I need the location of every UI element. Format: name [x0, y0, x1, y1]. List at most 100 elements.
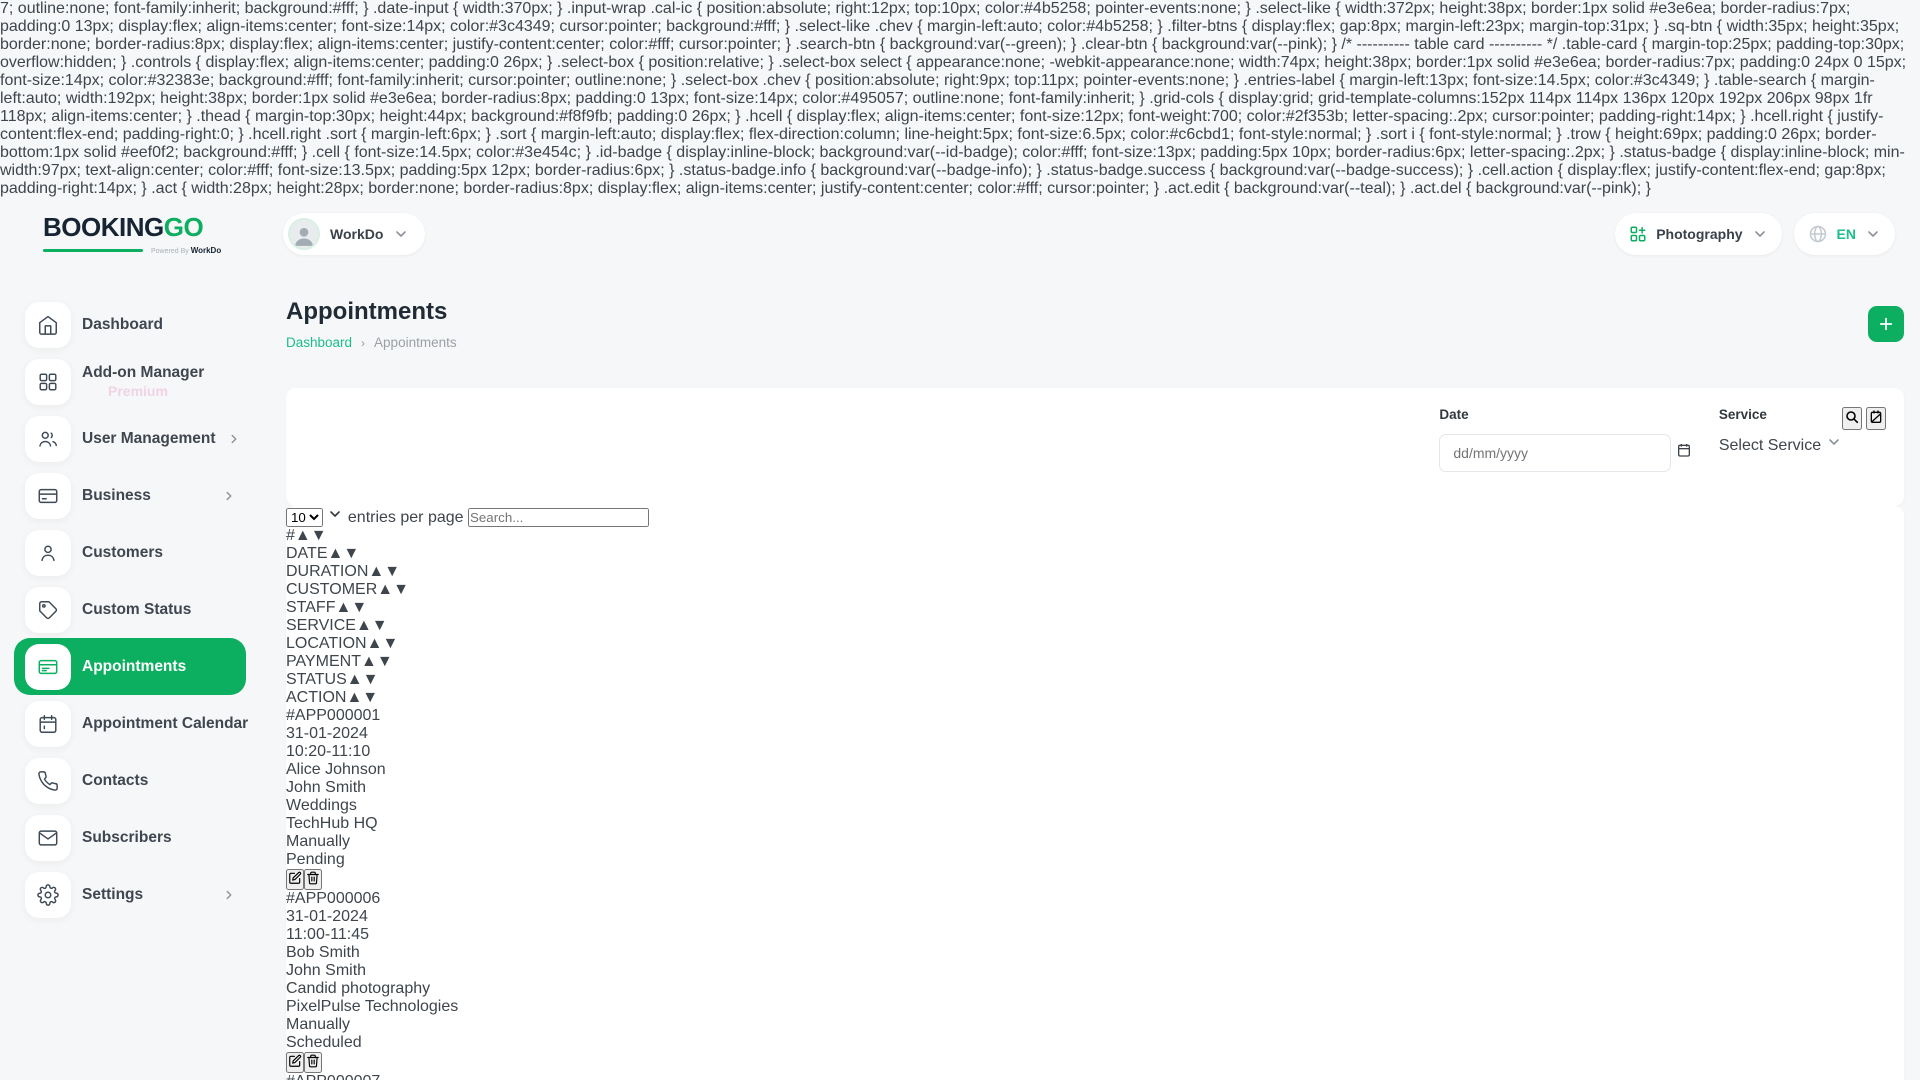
sidebar-item-customers[interactable]: Customers [14, 524, 246, 581]
column-header-payment[interactable]: PAYMENT▲▼ [286, 653, 1904, 671]
sidebar-item-dashboard[interactable]: Dashboard [14, 296, 246, 353]
apply-filter-button[interactable] [1842, 407, 1862, 430]
workspace-label: WorkDo [330, 226, 383, 242]
cell-duration: 11:00-11:45 [286, 926, 1904, 944]
column-header-service[interactable]: SERVICE▲▼ [286, 617, 1904, 635]
sort-icon[interactable]: ▲▼ [356, 617, 388, 634]
date-filter-input[interactable] [1439, 434, 1671, 472]
sort-icon[interactable]: ▲▼ [377, 581, 409, 598]
sidebar-item-custom-status[interactable]: Custom Status [14, 581, 246, 638]
sort-icon[interactable]: ▲▼ [335, 599, 367, 616]
language-selector[interactable]: EN [1794, 213, 1895, 255]
sort-icon[interactable]: ▲▼ [347, 671, 379, 688]
trash-icon [306, 871, 320, 885]
sort-icon[interactable]: ▲▼ [346, 689, 378, 706]
topbar: BOOKINGGO Powered By WorkDo WorkDo Photo… [0, 198, 1920, 270]
sidebar-nav: Dashboard Add-on ManagerPremium User Manag… [14, 296, 264, 923]
chevron-right-icon [222, 489, 236, 503]
module-selector[interactable]: Photography [1615, 213, 1781, 255]
table-row: #APP00000701-02-202409:20-10:10Bob Smith… [286, 1073, 1904, 1080]
workspace-switcher[interactable]: WorkDo [283, 213, 425, 255]
sidebar-item-label: Business [82, 487, 151, 505]
user-icon [37, 542, 59, 564]
chevron-right-icon [222, 888, 236, 902]
cell-date: 31-01-2024 [286, 725, 1904, 743]
calendar-icon [1676, 442, 1692, 458]
sidebar-item-label: Appointments [82, 658, 186, 676]
chevron-down-icon [327, 506, 343, 522]
sidebar-item-business[interactable]: Business [14, 467, 246, 524]
cell-payment: Manually [286, 833, 1904, 851]
main-content: Appointments Dashboard › Appointments Da… [264, 270, 1920, 1080]
sidebar-item-user-management[interactable]: User Management [14, 410, 246, 467]
cell-service: Candid photography [286, 980, 1904, 998]
column-header-status[interactable]: STATUS▲▼ [286, 671, 1904, 689]
language-label: EN [1837, 226, 1856, 242]
column-header-customer[interactable]: CUSTOMER▲▼ [286, 581, 1904, 599]
sidebar-item-appointment-calendar[interactable]: Appointment Calendar [14, 695, 246, 752]
grid-icon [37, 371, 59, 393]
breadcrumb-dashboard-link[interactable]: Dashboard [286, 335, 352, 350]
sidebar: Dashboard Add-on ManagerPremium User Manag… [0, 270, 264, 1080]
trash-icon [306, 1054, 320, 1068]
home-icon [37, 314, 59, 336]
column-header-duration[interactable]: DURATION▲▼ [286, 563, 1904, 581]
table-search-input[interactable] [468, 508, 649, 527]
edit-button[interactable] [286, 869, 304, 890]
logo-text: BOOKINGGO [43, 214, 283, 240]
table-header-row: #▲▼DATE▲▼DURATION▲▼CUSTOMER▲▼STAFF▲▼SERV… [286, 527, 1904, 707]
cell-duration: 10:20-11:10 [286, 743, 1904, 761]
chevron-down-icon [1826, 434, 1842, 450]
column-header-date[interactable]: DATE▲▼ [286, 545, 1904, 563]
chevron-right-icon [227, 432, 241, 446]
sort-icon[interactable]: ▲▼ [295, 527, 327, 544]
clear-filter-button[interactable] [1866, 407, 1886, 430]
card-icon [37, 656, 59, 678]
sidebar-item-contacts[interactable]: Contacts [14, 752, 246, 809]
sidebar-item-add-on-manager[interactable]: Add-on ManagerPremium [14, 353, 246, 410]
column-header-action[interactable]: ACTION▲▼ [286, 689, 1904, 707]
sidebar-item-label: Custom Status [82, 601, 191, 619]
edit-icon [288, 1054, 302, 1068]
sort-icon[interactable]: ▲▼ [327, 545, 359, 562]
date-filter-label: Date [1439, 407, 1691, 422]
column-header-location[interactable]: LOCATION▲▼ [286, 635, 1904, 653]
mail-icon [37, 827, 59, 849]
edit-button[interactable] [286, 1052, 304, 1073]
service-select[interactable]: Select Service [1719, 434, 1842, 455]
sidebar-item-label: Dashboard [82, 316, 163, 334]
entries-per-page-label: entries per page [348, 509, 464, 526]
sidebar-item-subscribers[interactable]: Subscribers [14, 809, 246, 866]
sidebar-item-settings[interactable]: Settings [14, 866, 246, 923]
sort-icon[interactable]: ▲▼ [367, 635, 399, 652]
sort-icon[interactable]: ▲▼ [368, 563, 400, 580]
status-badge: Scheduled [286, 1034, 362, 1051]
sidebar-item-label: User Management [82, 430, 216, 448]
sidebar-item-label: Customers [82, 544, 163, 562]
cell-customer: Alice Johnson [286, 761, 1904, 779]
module-label: Photography [1656, 226, 1742, 242]
chevron-down-icon [1865, 226, 1881, 242]
sidebar-item-appointments[interactable]: Appointments [14, 638, 246, 695]
sort-icon[interactable]: ▲▼ [361, 653, 393, 670]
delete-button[interactable] [304, 1052, 322, 1073]
sidebar-item-label: Add-on Manager [82, 364, 204, 382]
service-filter-label: Service [1719, 407, 1842, 422]
column-header-col[interactable]: #▲▼ [286, 527, 1904, 545]
table-body: #APP00000131-01-202410:20-11:10Alice Joh… [286, 707, 1904, 1080]
gear-icon [37, 884, 59, 906]
cell-location: PixelPulse Technologies [286, 998, 1904, 1016]
breadcrumb-separator-icon: › [361, 336, 365, 350]
delete-button[interactable] [304, 869, 322, 890]
sidebar-item-label: Contacts [82, 772, 148, 790]
column-header-staff[interactable]: STAFF▲▼ [286, 599, 1904, 617]
grid-plus-icon [1629, 225, 1647, 243]
edit-icon [288, 871, 302, 885]
sidebar-item-label: Subscribers [82, 829, 172, 847]
app-logo: BOOKINGGO Powered By WorkDo [43, 214, 283, 255]
service-select-value: Select Service [1719, 437, 1821, 454]
page-size-select[interactable]: 10 [286, 508, 323, 527]
add-appointment-button[interactable] [1868, 306, 1904, 342]
table-row: #APP00000131-01-202410:20-11:10Alice Joh… [286, 707, 1904, 890]
breadcrumb-current: Appointments [374, 335, 457, 350]
